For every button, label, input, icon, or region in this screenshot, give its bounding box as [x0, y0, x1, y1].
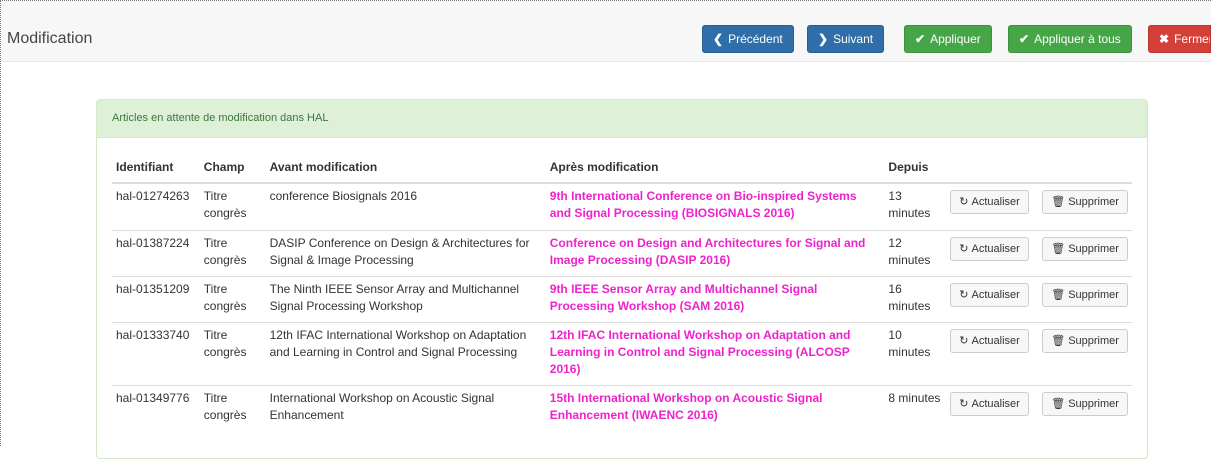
row-field: Titre congrès	[199, 384, 266, 431]
delete-button-label: Supprimer	[1068, 196, 1119, 208]
refresh-button-label: Actualiser	[971, 288, 1020, 301]
row-field: Titre congrès	[199, 275, 266, 322]
row-identifier: hal-01349776	[112, 384, 200, 431]
delete-button-label: Supprimer	[1068, 242, 1119, 255]
row-identifier: hal-01274263	[112, 182, 200, 230]
column-header-actions-refresh	[946, 152, 1039, 184]
trash-icon: 🗑	[1051, 196, 1066, 208]
top-toolbar: Modification ❮ Précédent ❯ Suivant ✔ Appliq…	[0, 0, 1211, 62]
trash-icon: 🗑	[1051, 288, 1066, 301]
row-identifier: hal-01333740	[112, 321, 200, 385]
column-header-champ: Champ	[199, 152, 266, 184]
row-since: 8 minutes	[884, 384, 947, 431]
check-icon: ✔	[915, 32, 926, 46]
row-refresh-cell: ↻ Actualiser	[946, 229, 1039, 276]
chevron-left-icon: ❮	[713, 32, 724, 46]
row-before: DASIP Conference on Design & Architectur…	[265, 229, 546, 276]
table-row: hal-01274263 Titre congrès conference Bi…	[112, 182, 1132, 230]
delete-button[interactable]: 🗑 Supprimer	[1042, 236, 1128, 261]
page-title: Modification	[7, 30, 93, 47]
delete-button[interactable]: 🗑 Supprimer	[1042, 190, 1128, 214]
column-header-identifiant: Identifiant	[112, 152, 200, 184]
row-refresh-cell: ↻ Actualiser	[946, 321, 1039, 385]
column-header-actions-delete	[1038, 152, 1132, 184]
trash-icon: 🗑	[1051, 334, 1066, 347]
refresh-button[interactable]: ↻ Actualiser	[950, 391, 1029, 416]
trash-icon: 🗑	[1051, 397, 1066, 410]
close-icon: ✖	[1159, 32, 1170, 46]
table-row: hal-01351209 Titre congrès The Ninth IEE…	[112, 275, 1132, 322]
column-header-depuis: Depuis	[884, 152, 947, 184]
refresh-icon: ↻	[959, 334, 969, 347]
pending-modifications-panel: Articles en attente de modification dans…	[96, 99, 1148, 459]
close-button[interactable]: ✖ Fermer	[1148, 25, 1211, 53]
refresh-icon: ↻	[959, 397, 969, 410]
column-header-avant: Avant modification	[265, 152, 546, 184]
previous-button[interactable]: ❮ Précédent	[702, 25, 794, 53]
row-after: 15th International Workshop on Acoustic …	[545, 384, 885, 431]
refresh-button-label: Actualiser	[971, 397, 1020, 410]
refresh-icon: ↻	[959, 242, 969, 255]
refresh-button[interactable]: ↻ Actualiser	[950, 236, 1029, 261]
next-button-label: Suivant	[833, 32, 874, 46]
row-after: 9th International Conference on Bio-insp…	[545, 182, 885, 230]
column-header-apres: Après modification	[545, 152, 885, 184]
row-delete-cell: 🗑 Supprimer	[1038, 182, 1132, 230]
apply-all-button-label: Appliquer à tous	[1034, 32, 1121, 46]
row-identifier: hal-01351209	[112, 275, 200, 322]
row-field: Titre congrès	[199, 229, 266, 276]
delete-button[interactable]: 🗑 Supprimer	[1042, 282, 1128, 307]
delete-button-label: Supprimer	[1068, 397, 1119, 410]
row-before: conference Biosignals 2016	[265, 182, 546, 230]
row-before: The Ninth IEEE Sensor Array and Multicha…	[265, 275, 546, 322]
row-refresh-cell: ↻ Actualiser	[946, 384, 1039, 431]
chevron-right-icon: ❯	[818, 32, 829, 46]
row-delete-cell: 🗑 Supprimer	[1038, 384, 1132, 431]
panel-heading: Articles en attente de modification dans…	[97, 100, 1147, 138]
row-since: 16 minutes	[884, 275, 947, 322]
row-since: 13 minutes	[884, 182, 947, 230]
apply-all-button[interactable]: ✔ Appliquer à tous	[1008, 25, 1132, 53]
table-header-row: Identifiant Champ Avant modification Apr…	[112, 152, 1132, 184]
delete-button[interactable]: 🗑 Supprimer	[1042, 391, 1128, 416]
row-identifier: hal-01387224	[112, 229, 200, 276]
apply-button-label: Appliquer	[930, 32, 981, 46]
modifications-table: Identifiant Champ Avant modification Apr…	[112, 152, 1132, 431]
refresh-button[interactable]: ↻ Actualiser	[950, 190, 1029, 214]
row-after: 12th IFAC International Workshop on Adap…	[545, 321, 885, 385]
row-delete-cell: 🗑 Supprimer	[1038, 229, 1132, 276]
close-button-label: Fermer	[1174, 32, 1211, 46]
row-before: 12th IFAC International Workshop on Adap…	[265, 321, 546, 385]
row-before: International Workshop on Acoustic Signa…	[265, 384, 546, 431]
delete-button-label: Supprimer	[1068, 288, 1119, 301]
row-field: Titre congrès	[199, 182, 266, 230]
row-after: Conference on Design and Architectures f…	[545, 229, 885, 276]
row-since: 10 minutes	[884, 321, 947, 385]
table-row: hal-01333740 Titre congrès 12th IFAC Int…	[112, 321, 1132, 385]
delete-button[interactable]: 🗑 Supprimer	[1042, 328, 1128, 353]
refresh-icon: ↻	[959, 288, 969, 301]
refresh-icon: ↻	[959, 196, 969, 208]
row-since: 12 minutes	[884, 229, 947, 276]
row-refresh-cell: ↻ Actualiser	[946, 275, 1039, 322]
trash-icon: 🗑	[1051, 242, 1066, 255]
check-icon: ✔	[1019, 32, 1030, 46]
previous-button-label: Précédent	[728, 32, 783, 46]
next-button[interactable]: ❯ Suivant	[807, 25, 885, 53]
table-row: hal-01349776 Titre congrès International…	[112, 384, 1132, 431]
row-delete-cell: 🗑 Supprimer	[1038, 321, 1132, 385]
refresh-button-label: Actualiser	[971, 196, 1020, 208]
refresh-button[interactable]: ↻ Actualiser	[950, 282, 1029, 307]
row-after: 9th IEEE Sensor Array and Multichannel S…	[545, 275, 885, 322]
delete-button-label: Supprimer	[1068, 334, 1119, 347]
refresh-button-label: Actualiser	[971, 334, 1020, 347]
refresh-button-label: Actualiser	[971, 242, 1020, 255]
row-field: Titre congrès	[199, 321, 266, 385]
row-refresh-cell: ↻ Actualiser	[946, 182, 1039, 230]
refresh-button[interactable]: ↻ Actualiser	[950, 328, 1029, 353]
row-delete-cell: 🗑 Supprimer	[1038, 275, 1132, 322]
apply-button[interactable]: ✔ Appliquer	[904, 25, 992, 53]
table-row: hal-01387224 Titre congrès DASIP Confere…	[112, 229, 1132, 276]
